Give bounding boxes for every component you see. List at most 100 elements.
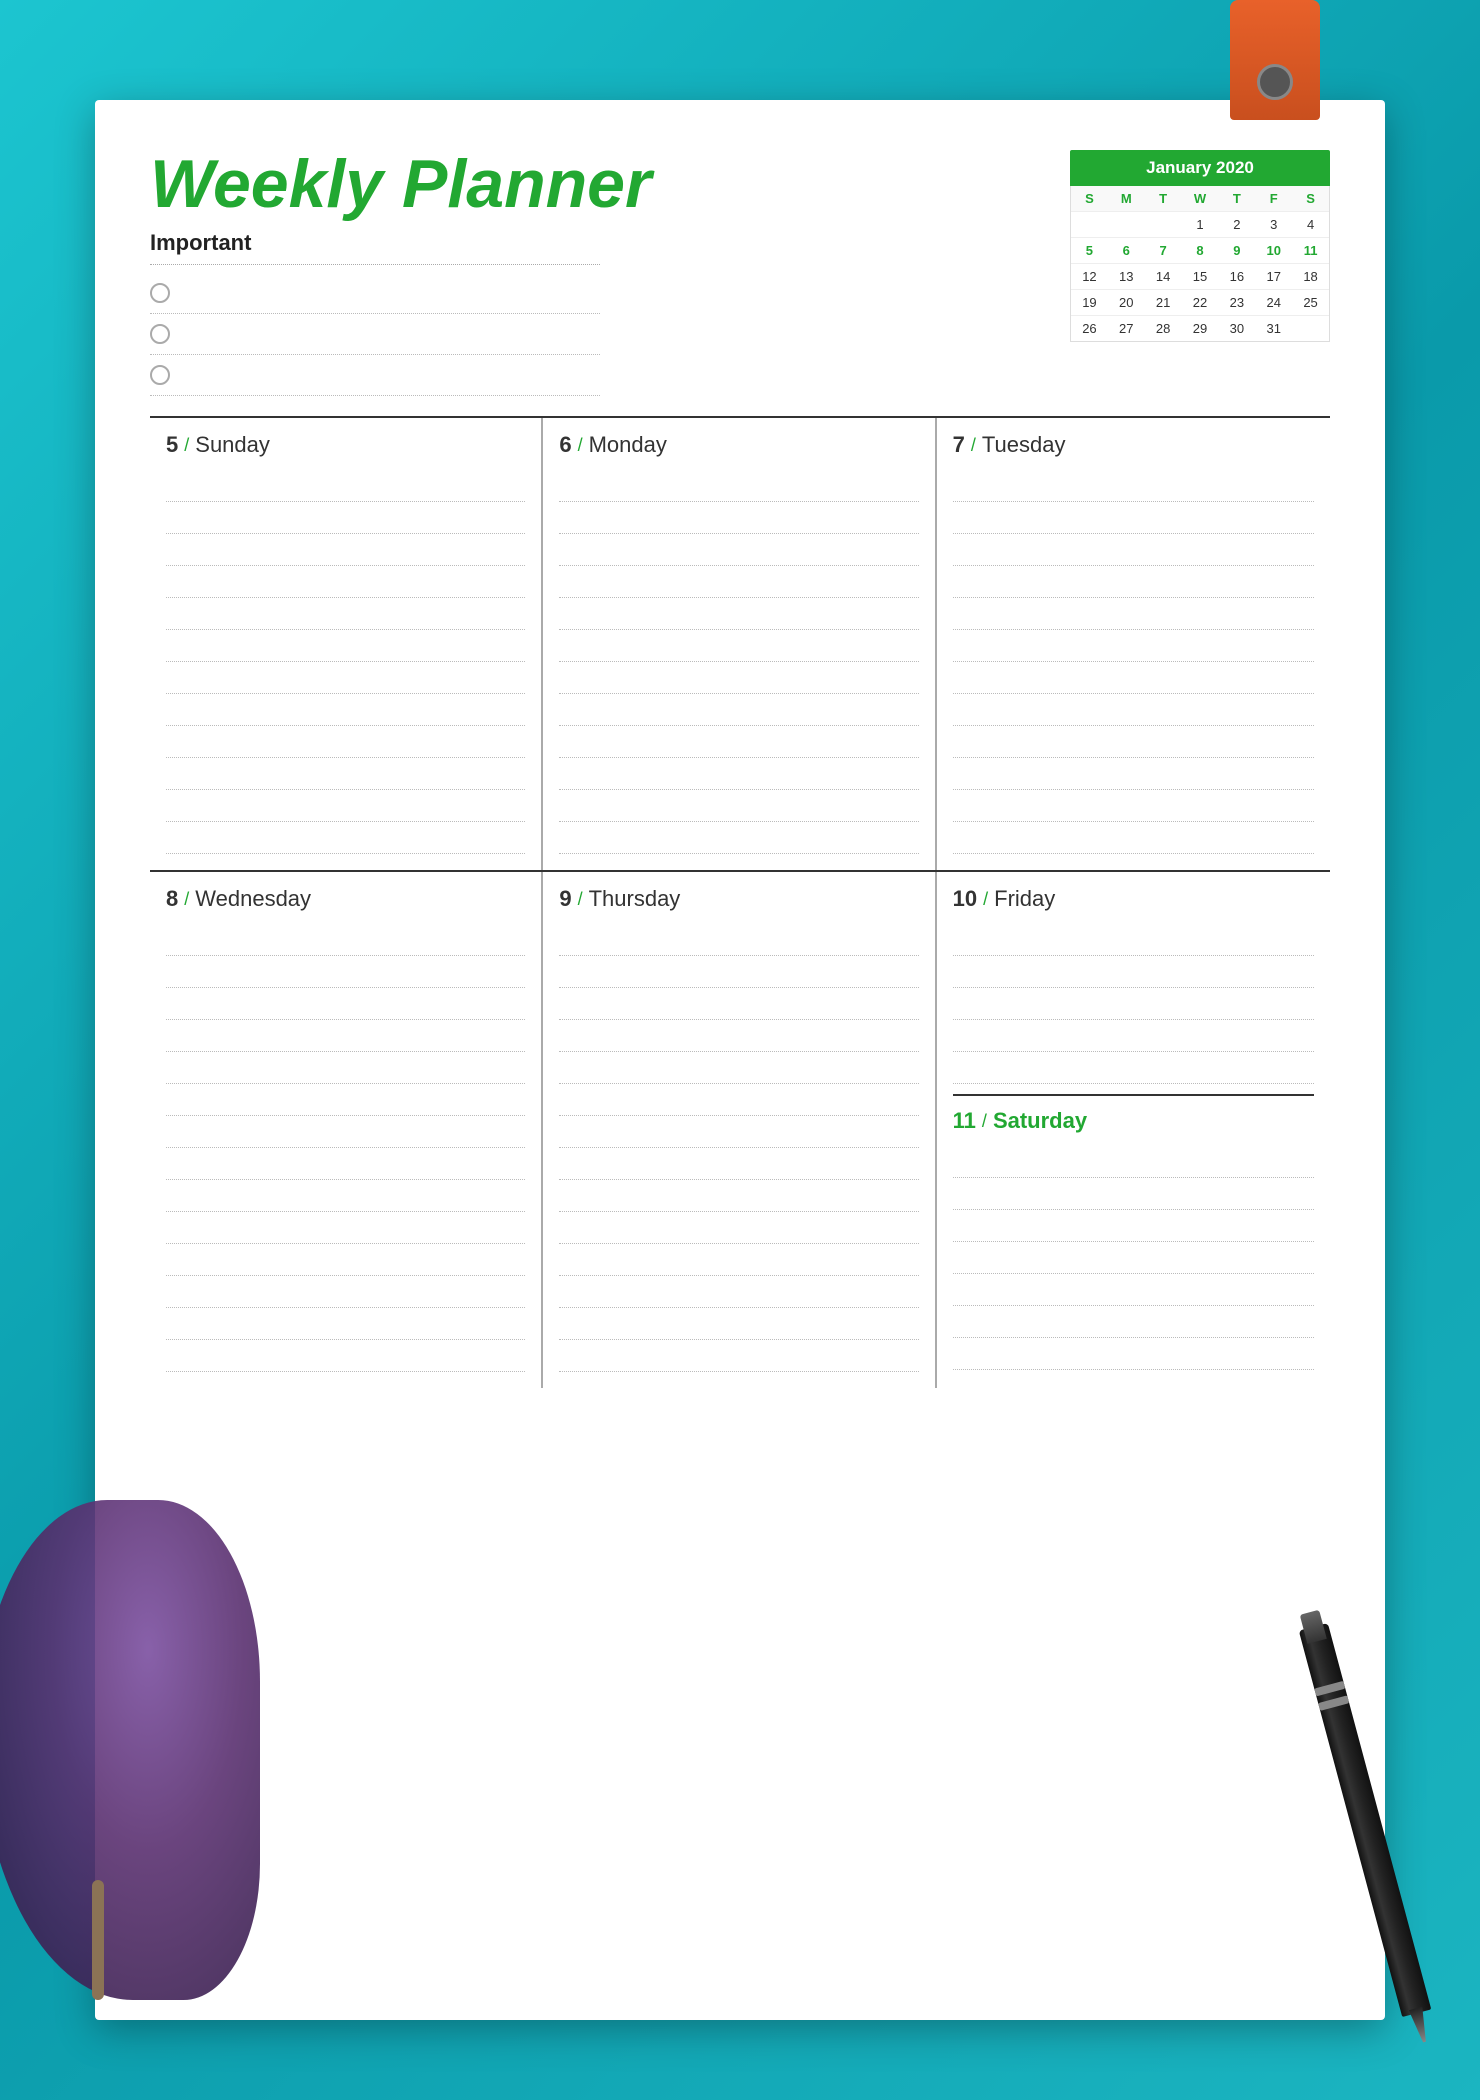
- line[interactable]: [953, 726, 1314, 758]
- line[interactable]: [559, 1020, 918, 1052]
- cal-cell: [1108, 212, 1145, 237]
- line[interactable]: [559, 726, 918, 758]
- days-row-2: 8 / Wednesday: [150, 870, 1330, 1388]
- cal-cell-11: 11: [1292, 238, 1329, 263]
- line[interactable]: [166, 1308, 525, 1340]
- line[interactable]: [166, 694, 525, 726]
- line[interactable]: [166, 758, 525, 790]
- line[interactable]: [953, 470, 1314, 502]
- day-saturday-name: Saturday: [993, 1108, 1087, 1134]
- cal-cell-17: 17: [1255, 264, 1292, 289]
- line[interactable]: [559, 1148, 918, 1180]
- line[interactable]: [953, 1210, 1314, 1242]
- line[interactable]: [953, 566, 1314, 598]
- line[interactable]: [559, 1308, 918, 1340]
- line[interactable]: [953, 988, 1314, 1020]
- line[interactable]: [559, 790, 918, 822]
- line[interactable]: [166, 1212, 525, 1244]
- line[interactable]: [166, 726, 525, 758]
- line[interactable]: [953, 1052, 1314, 1084]
- line[interactable]: [953, 1178, 1314, 1210]
- line[interactable]: [166, 988, 525, 1020]
- line[interactable]: [559, 534, 918, 566]
- line[interactable]: [166, 1084, 525, 1116]
- line[interactable]: [953, 534, 1314, 566]
- line[interactable]: [953, 1306, 1314, 1338]
- line[interactable]: [166, 1244, 525, 1276]
- line[interactable]: [559, 822, 918, 854]
- day-saturday-lines: [953, 1146, 1314, 1370]
- todo-circle-1[interactable]: [150, 283, 170, 303]
- line[interactable]: [166, 534, 525, 566]
- day-tuesday-slash: /: [971, 435, 976, 456]
- line[interactable]: [953, 956, 1314, 988]
- line[interactable]: [166, 1148, 525, 1180]
- line[interactable]: [559, 598, 918, 630]
- cal-cell-15: 15: [1182, 264, 1219, 289]
- line[interactable]: [953, 694, 1314, 726]
- calendar-header: January 2020: [1070, 150, 1330, 186]
- day-saturday-number: 11: [953, 1108, 976, 1134]
- cal-cell-5: 5: [1071, 238, 1108, 263]
- line[interactable]: [953, 630, 1314, 662]
- line[interactable]: [559, 924, 918, 956]
- line[interactable]: [953, 1242, 1314, 1274]
- line[interactable]: [559, 1340, 918, 1372]
- line[interactable]: [559, 1244, 918, 1276]
- line[interactable]: [166, 1340, 525, 1372]
- line[interactable]: [166, 822, 525, 854]
- line[interactable]: [166, 502, 525, 534]
- line[interactable]: [559, 988, 918, 1020]
- line[interactable]: [953, 758, 1314, 790]
- cal-cell-8: 8: [1182, 238, 1219, 263]
- line[interactable]: [953, 1274, 1314, 1306]
- line[interactable]: [953, 598, 1314, 630]
- line[interactable]: [953, 502, 1314, 534]
- line[interactable]: [953, 662, 1314, 694]
- line[interactable]: [559, 470, 918, 502]
- day-saturday: 11 / Saturday: [953, 1096, 1314, 1372]
- line[interactable]: [953, 1020, 1314, 1052]
- line[interactable]: [559, 662, 918, 694]
- line[interactable]: [953, 924, 1314, 956]
- cal-cell-14: 14: [1145, 264, 1182, 289]
- cal-week-3: 12 13 14 15 16 17 18: [1071, 263, 1329, 289]
- cal-week-4: 19 20 21 22 23 24 25: [1071, 289, 1329, 315]
- cal-cell-29: 29: [1182, 316, 1219, 341]
- line[interactable]: [166, 1052, 525, 1084]
- line[interactable]: [559, 1052, 918, 1084]
- line[interactable]: [953, 1338, 1314, 1370]
- line[interactable]: [559, 694, 918, 726]
- line[interactable]: [166, 1276, 525, 1308]
- cal-week-1: 1 2 3 4: [1071, 211, 1329, 237]
- line[interactable]: [559, 1212, 918, 1244]
- line[interactable]: [953, 1146, 1314, 1178]
- line[interactable]: [559, 502, 918, 534]
- line[interactable]: [166, 1116, 525, 1148]
- day-sunday-number: 5: [166, 432, 178, 458]
- line[interactable]: [559, 566, 918, 598]
- line[interactable]: [559, 1276, 918, 1308]
- todo-circle-2[interactable]: [150, 324, 170, 344]
- line[interactable]: [166, 470, 525, 502]
- line[interactable]: [559, 956, 918, 988]
- line[interactable]: [559, 630, 918, 662]
- line[interactable]: [953, 822, 1314, 854]
- line[interactable]: [166, 790, 525, 822]
- line[interactable]: [953, 790, 1314, 822]
- line[interactable]: [559, 1116, 918, 1148]
- line[interactable]: [166, 662, 525, 694]
- todo-circle-3[interactable]: [150, 365, 170, 385]
- line[interactable]: [559, 1084, 918, 1116]
- line[interactable]: [166, 924, 525, 956]
- line[interactable]: [166, 630, 525, 662]
- line[interactable]: [166, 566, 525, 598]
- line[interactable]: [559, 758, 918, 790]
- line[interactable]: [166, 598, 525, 630]
- line[interactable]: [166, 1180, 525, 1212]
- line[interactable]: [559, 1180, 918, 1212]
- line[interactable]: [166, 956, 525, 988]
- todo-item-1: [150, 273, 600, 314]
- todo-item-3: [150, 355, 600, 396]
- line[interactable]: [166, 1020, 525, 1052]
